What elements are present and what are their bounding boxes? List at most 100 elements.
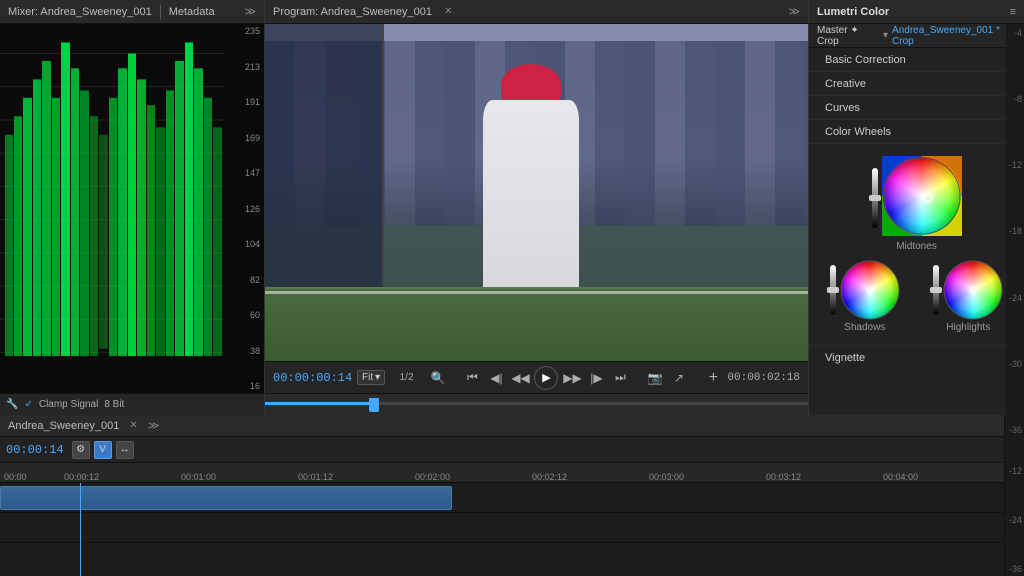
- scene-figure: [471, 64, 590, 300]
- midtones-slider[interactable]: [872, 168, 878, 228]
- lumetri-header: Lumetri Color ≡: [809, 0, 1024, 24]
- timeline-progress: [265, 402, 374, 405]
- right-scale-panel: -4 -8 -12 -18 -24 -30 -36: [1006, 24, 1024, 415]
- monitor-header: Program: Andrea_Sweeney_001 ✕ ≫: [265, 0, 808, 24]
- close-timeline-icon[interactable]: ✕: [129, 420, 137, 431]
- hamburger-icon[interactable]: ≡: [1010, 6, 1016, 18]
- track-row-2: [0, 513, 1004, 543]
- color-wheels-section-item[interactable]: Color Wheels ✓: [809, 120, 1024, 144]
- highlights-slider-thumb: [930, 287, 942, 293]
- tool-btn-1[interactable]: ⚙: [72, 441, 90, 459]
- camera-btn[interactable]: 📷: [645, 368, 665, 388]
- fit-label: Fit: [362, 372, 373, 383]
- prev-frame-btn[interactable]: ◀|: [486, 368, 506, 388]
- playhead-line[interactable]: [80, 483, 81, 576]
- monitor-mini-timeline[interactable]: [265, 393, 808, 415]
- tool-btn-2[interactable]: V: [94, 441, 112, 459]
- t-scale-3: -24: [1007, 515, 1022, 525]
- ruler-03:12: 00:03:12: [766, 472, 883, 482]
- track-row-1: [0, 483, 1004, 513]
- scale-neg8: -8: [1008, 94, 1022, 104]
- midtones-slider-thumb: [869, 195, 881, 201]
- timeline-header: Andrea_Sweeney_001 ✕ ≫: [0, 415, 1004, 437]
- highlights-slider[interactable]: [933, 265, 939, 315]
- ruler-content: 00:00 00:00:12 00:01:00 00:01:12 00:02:0…: [0, 463, 1004, 482]
- tool-btn-3[interactable]: ↔: [116, 441, 134, 459]
- scale-104: 104: [245, 239, 260, 249]
- timeline-toolbar: 00:00:14 ⚙ V ↔: [0, 437, 1004, 463]
- basic-correction-label: Basic Correction: [825, 54, 906, 66]
- curves-section[interactable]: Curves ✓: [809, 96, 1024, 120]
- next-frame-btn[interactable]: |▶: [586, 368, 606, 388]
- search-button[interactable]: 🔍: [428, 368, 448, 388]
- left-panel: Mixer: Andrea_Sweeney_001 Metadata ≫: [0, 0, 265, 415]
- dropdown-arrow-icon: ▾: [375, 372, 380, 383]
- highlights-container: Highlights: [933, 260, 1003, 333]
- fit-dropdown[interactable]: Fit ▾: [357, 370, 385, 385]
- close-tab-icon[interactable]: ✕: [444, 6, 452, 17]
- scale-213: 213: [245, 62, 260, 72]
- add-btn[interactable]: +: [703, 368, 723, 388]
- export-btn[interactable]: ↗: [669, 368, 689, 388]
- ruler-00:00: 00:00: [4, 472, 64, 482]
- track-clip-1[interactable]: [0, 486, 452, 510]
- scale-191: 191: [245, 97, 260, 107]
- step-fwd-btn[interactable]: ⏭: [610, 368, 630, 388]
- master-crop-label[interactable]: Master ✦ Crop: [817, 25, 879, 47]
- curves-label: Curves: [825, 102, 860, 114]
- thumb-icon: [369, 398, 379, 412]
- ruler-03:00: 00:03:00: [649, 472, 766, 482]
- bit-depth[interactable]: 8 Bit: [104, 399, 124, 410]
- video-frame: [265, 24, 808, 361]
- clamp-check: ✓: [24, 399, 32, 410]
- vignette-label: Vignette: [825, 352, 865, 364]
- expand-icon[interactable]: ≫: [244, 6, 256, 18]
- timeline-title: Andrea_Sweeney_001: [8, 420, 119, 432]
- scale-169: 169: [245, 133, 260, 143]
- lumetri-subheader: Master ✦ Crop ▾ Andrea_Sweeney_001 * Cro…: [809, 24, 1024, 48]
- timeline-right-scale: -4 -12 -24 -36: [1004, 415, 1024, 576]
- vignette-section[interactable]: Vignette ✓: [809, 345, 1024, 369]
- creative-section[interactable]: Creative ✓: [809, 72, 1024, 96]
- timeline-panel: Andrea_Sweeney_001 ✕ ≫ 00:00:14 ⚙ V ↔ 00…: [0, 415, 1004, 576]
- midtones-container: Midtones: [872, 156, 962, 252]
- dropdown-arrow-2[interactable]: ▾: [883, 30, 888, 41]
- shadows-with-slider: [830, 260, 900, 320]
- ruler-02:00: 00:02:00: [415, 472, 532, 482]
- clamp-label: Clamp Signal: [39, 399, 98, 410]
- scale-neg12: -12: [1008, 160, 1022, 170]
- end-timecode: 00:00:02:18: [727, 372, 800, 384]
- scale-38: 38: [245, 346, 260, 356]
- midtones-label: Midtones: [896, 241, 937, 252]
- waveform-bottom-bar: 🔧 ✓ Clamp Signal 8 Bit: [0, 393, 264, 415]
- current-timecode: 00:00:00:14: [273, 371, 353, 385]
- timeline-playhead-thumb[interactable]: [369, 398, 379, 412]
- scale-neg18: -18: [1008, 226, 1022, 236]
- scale-60: 60: [245, 310, 260, 320]
- expand-panel-icon[interactable]: ≫: [788, 6, 800, 18]
- play-button[interactable]: ▶: [534, 366, 558, 390]
- fast-fwd-btn[interactable]: ▶▶: [562, 368, 582, 388]
- basic-correction-section[interactable]: Basic Correction ✓: [809, 48, 1024, 72]
- step-back-btn[interactable]: ⏮: [462, 368, 482, 388]
- midtones-with-slider: [872, 156, 962, 239]
- ruler-00:12: 00:00:12: [64, 472, 181, 482]
- midtones-row: Midtones: [813, 152, 1020, 256]
- monitor-controls: 00:00:00:14 Fit ▾ 1/2 🔍 ⏮ ◀| ◀◀ ▶ ▶▶ |▶ …: [265, 361, 808, 393]
- metadata-label[interactable]: Metadata: [169, 6, 215, 18]
- wrench-icon[interactable]: 🔧: [6, 399, 18, 410]
- figure-body: [483, 100, 579, 301]
- timeline-tracks: [0, 483, 1004, 576]
- ruler-04:00: 00:04:00: [883, 472, 1000, 482]
- shadows-container: Shadows: [830, 260, 900, 333]
- color-wheels-area: Midtones: [809, 144, 1024, 345]
- expand-timeline-icon[interactable]: ≫: [148, 419, 160, 432]
- program-title: Program: Andrea_Sweeney_001: [273, 6, 432, 18]
- center-panel: Program: Andrea_Sweeney_001 ✕ ≫: [265, 0, 809, 415]
- quality-label[interactable]: 1/2: [400, 372, 414, 383]
- mixer-title: Mixer: Andrea_Sweeney_001: [8, 6, 152, 18]
- shadows-slider[interactable]: [830, 265, 836, 315]
- ruler-01:00: 00:01:00: [181, 472, 298, 482]
- waveform-svg: [0, 24, 264, 393]
- rewind-btn[interactable]: ◀◀: [510, 368, 530, 388]
